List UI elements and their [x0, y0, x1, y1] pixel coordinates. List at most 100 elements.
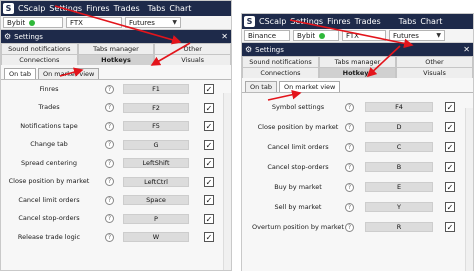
exchange-select[interactable]: Bybit [3, 17, 63, 28]
enable-checkbox[interactable]: ✓ [204, 195, 214, 206]
subtab-on-market-view[interactable]: On market view [278, 81, 341, 92]
enable-checkbox[interactable]: ✓ [445, 122, 455, 132]
ftx-select[interactable]: FTX [66, 17, 122, 28]
question-icon[interactable]: ? [345, 222, 354, 232]
app-name: CScalp [259, 17, 287, 26]
enable-checkbox[interactable]: ✓ [204, 102, 214, 113]
question-icon[interactable]: ? [105, 140, 114, 150]
checkmark-icon: ✓ [205, 233, 213, 243]
enable-checkbox[interactable]: ✓ [204, 213, 214, 224]
tab-connections[interactable]: Connections [1, 54, 78, 65]
exchange2-select[interactable]: Bybit [293, 30, 339, 41]
hotkey-field[interactable]: F4 [365, 102, 433, 112]
question-icon[interactable]: ? [345, 162, 354, 172]
menu-tabs[interactable]: Tabs [148, 4, 166, 13]
subtab-on-tab[interactable]: On tab [4, 68, 36, 79]
enable-checkbox[interactable]: ✓ [445, 142, 455, 152]
question-icon[interactable]: ? [105, 84, 114, 94]
question-icon[interactable]: ? [345, 202, 354, 212]
enable-checkbox[interactable]: ✓ [204, 176, 214, 187]
question-icon[interactable]: ? [105, 195, 114, 205]
enable-checkbox[interactable]: ✓ [445, 162, 455, 172]
hotkey-field[interactable]: D [365, 122, 433, 132]
hotkey-field[interactable]: B [365, 162, 433, 172]
tab-other[interactable]: Other [396, 56, 473, 67]
hotkey-row: Cancel stop-orders? P ✓ [1, 210, 231, 229]
market-type-select[interactable]: Futures ▼ [125, 17, 181, 28]
question-icon[interactable]: ? [345, 122, 354, 132]
menu-chart[interactable]: Chart [169, 4, 191, 13]
menu-finres[interactable]: Finres [86, 4, 110, 13]
tab-hotkeys[interactable]: Hotkeys [319, 67, 396, 78]
menu-chart[interactable]: Chart [420, 17, 442, 26]
menu-finres[interactable]: Finres [327, 17, 351, 26]
hotkey-field[interactable]: R [365, 222, 433, 232]
gear-icon: ⚙ [245, 45, 253, 54]
close-icon[interactable]: ✕ [463, 45, 470, 54]
enable-checkbox[interactable]: ✓ [445, 182, 455, 192]
tab-tabs-manager[interactable]: Tabs manager [77, 43, 155, 54]
hotkey-label: Notifications tape [20, 121, 78, 130]
hotkey-label: Sell by market [274, 202, 322, 211]
checkmark-icon: ✓ [446, 163, 454, 172]
scrollbar[interactable] [223, 93, 231, 270]
exchange-select[interactable]: Binance [244, 30, 290, 41]
hotkey-field[interactable]: F2 [123, 102, 189, 113]
question-icon[interactable]: ? [105, 103, 114, 113]
tab-visuals[interactable]: Visuals [154, 54, 231, 65]
enable-checkbox[interactable]: ✓ [445, 102, 455, 112]
scrollbar[interactable] [465, 108, 473, 271]
hotkey-field[interactable]: Y [365, 202, 433, 212]
hotkey-field[interactable]: E [365, 182, 433, 192]
hotkey-field[interactable]: F1 [123, 84, 189, 95]
ftx-select[interactable]: FTX [342, 30, 386, 41]
enable-checkbox[interactable]: ✓ [445, 222, 455, 232]
enable-checkbox[interactable]: ✓ [204, 84, 214, 95]
menu-settings[interactable]: Settings [290, 17, 323, 26]
tab-visuals[interactable]: Visuals [396, 67, 473, 78]
menu-trades[interactable]: Trades [355, 17, 381, 26]
question-icon[interactable]: ? [105, 232, 114, 242]
hotkey-field[interactable]: LeftShift [123, 158, 189, 169]
hotkey-field[interactable]: G [123, 139, 189, 150]
question-icon[interactable]: ? [345, 102, 354, 112]
question-icon[interactable]: ? [105, 121, 114, 131]
hotkey-subtabs: On tab On market view [1, 65, 231, 80]
tab-sound-notifications[interactable]: Sound notifications [242, 56, 319, 67]
close-icon[interactable]: ✕ [221, 32, 228, 41]
question-icon[interactable]: ? [105, 214, 114, 224]
menu-trades[interactable]: Trades [114, 4, 140, 13]
enable-checkbox[interactable]: ✓ [204, 158, 214, 169]
enable-checkbox[interactable]: ✓ [204, 139, 214, 150]
question-icon[interactable]: ? [345, 182, 354, 192]
question-icon[interactable]: ? [105, 158, 114, 168]
tab-connections[interactable]: Connections [242, 67, 319, 78]
market-type-select[interactable]: Futures ▼ [389, 30, 445, 41]
tab-sound-notifications[interactable]: Sound notifications [1, 43, 78, 54]
hotkey-field[interactable]: P [123, 213, 189, 224]
tab-other[interactable]: Other [154, 43, 231, 54]
hotkey-field[interactable]: F5 [123, 121, 189, 132]
menu-tabs[interactable]: Tabs [399, 17, 417, 26]
left-window: S CScalp Settings Finres Trades Tabs Cha… [0, 0, 232, 271]
title-bar: S CScalp Settings Finres Trades Tabs Cha… [242, 14, 473, 29]
enable-checkbox[interactable]: ✓ [204, 121, 214, 132]
subtab-on-tab[interactable]: On tab [245, 81, 277, 92]
hotkey-label: Close position by market [257, 122, 339, 131]
hotkey-label: Trades [38, 103, 60, 112]
hotkey-field[interactable]: W [123, 232, 189, 243]
tab-hotkeys[interactable]: Hotkeys [77, 54, 155, 65]
question-icon[interactable]: ? [105, 177, 114, 187]
hotkey-label: Symbol settings [271, 102, 325, 111]
hotkey-row: Release trade logic? W ✓ [1, 228, 231, 247]
enable-checkbox[interactable]: ✓ [445, 202, 455, 212]
subtab-on-market-view[interactable]: On market view [37, 68, 100, 79]
hotkey-field[interactable]: LeftCtrl [123, 176, 189, 187]
hotkey-field[interactable]: C [365, 142, 433, 152]
enable-checkbox[interactable]: ✓ [204, 232, 214, 243]
tab-tabs-manager[interactable]: Tabs manager [319, 56, 396, 67]
hotkey-row: Cancel limit orders? C ✓ [242, 137, 473, 157]
hotkey-field[interactable]: Space [123, 195, 189, 206]
menu-settings[interactable]: Settings [49, 4, 82, 13]
question-icon[interactable]: ? [345, 142, 354, 152]
